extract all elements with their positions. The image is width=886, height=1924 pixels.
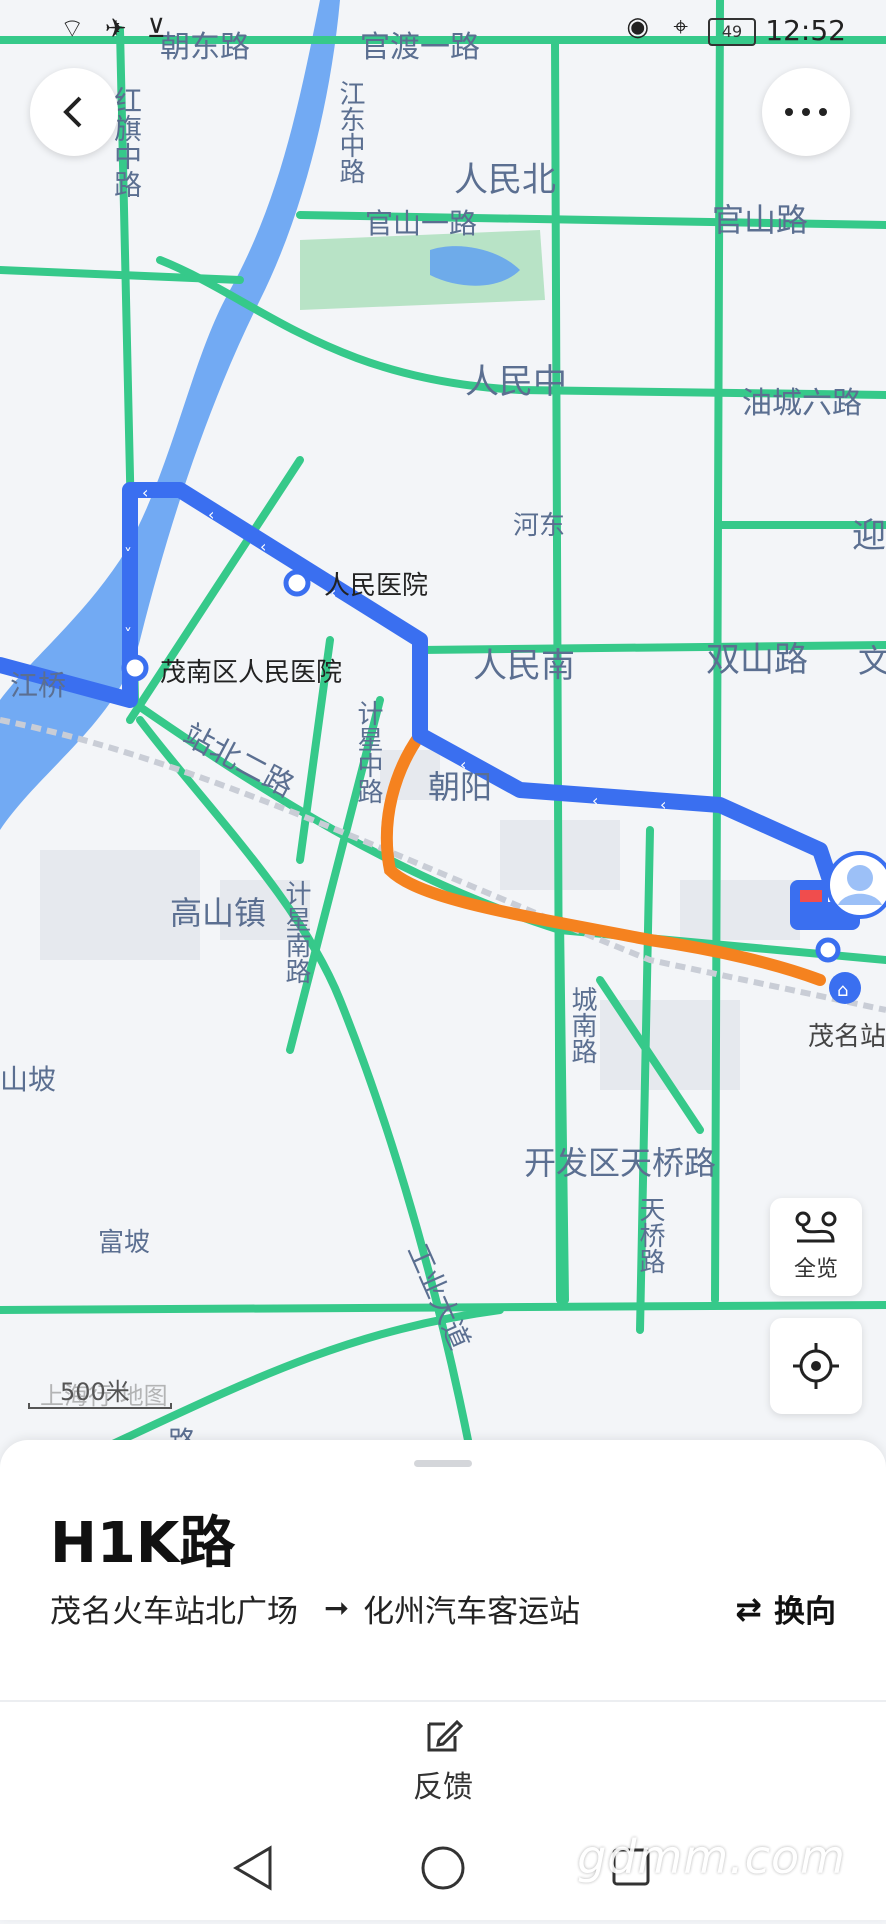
direction-arrow-icon: ➞ <box>324 1591 350 1626</box>
feedback-label: 反馈 <box>413 1770 473 1805</box>
svg-text:‹: ‹ <box>142 483 148 502</box>
more-button[interactable] <box>762 68 850 156</box>
sheet-drag-handle[interactable] <box>414 1460 472 1467</box>
watermark: gdmm.com <box>577 1830 846 1884</box>
status-left-icons: ⌔ ✈ ⊻ <box>60 14 172 44</box>
origin-stop: 茂名火车站北广场 <box>50 1594 298 1630</box>
user-location-avatar-icon[interactable] <box>826 851 886 919</box>
map-view[interactable]: ‹ ‹ ‹ ‹ ˅ ˅ ‹ ‹ ‹ ⌂ 朝东路 官渡一路 江东中路 官山一路 官山路 红旗中… <box>0 0 886 1458</box>
nav-home-icon[interactable] <box>421 1846 465 1890</box>
stop-marker-district-hospital[interactable] <box>121 654 149 682</box>
route-overview-icon <box>795 1211 837 1243</box>
svg-text:˅: ˅ <box>124 545 132 564</box>
scale-bar <box>28 1403 172 1409</box>
svg-text:‹: ‹ <box>660 795 666 814</box>
feedback-button[interactable]: 反馈 <box>396 1716 490 1806</box>
clock: 12:52 <box>765 14 846 47</box>
back-button[interactable] <box>30 68 118 156</box>
svg-text:‹: ‹ <box>208 505 214 524</box>
swap-icon: ⇄ <box>735 1589 762 1628</box>
locate-crosshair-icon <box>793 1343 839 1389</box>
switch-direction-label: 换向 <box>774 1594 836 1630</box>
back-arrow-icon <box>63 96 82 128</box>
svg-text:‹: ‹ <box>330 583 336 602</box>
overview-button[interactable]: 全览 <box>770 1198 862 1296</box>
svg-text:˅: ˅ <box>124 625 132 644</box>
route-direction: 茂名火车站北广场 ➞ 化州汽车客运站 <box>50 1586 580 1631</box>
scale-label: 500米 <box>60 1378 130 1406</box>
battery-icon: 49 <box>708 18 756 46</box>
svg-text:‹: ‹ <box>592 791 598 810</box>
divider <box>0 1700 886 1702</box>
stop-marker-hospital[interactable] <box>283 569 311 597</box>
svg-text:‹: ‹ <box>460 755 466 774</box>
svg-text:⌂: ⌂ <box>837 980 848 1001</box>
overview-label: 全览 <box>793 1257 838 1282</box>
more-dots-icon <box>785 108 827 116</box>
nav-back-icon[interactable] <box>233 1845 272 1891</box>
switch-direction-button[interactable]: ⇄ 换向 <box>735 1586 836 1631</box>
edit-icon <box>427 1719 463 1752</box>
station-marker-icon[interactable]: ⌂ <box>829 972 861 1004</box>
status-bar: ⌔ ✈ ⊻ ◉ ⌖ 49 12:52 <box>0 0 886 60</box>
route-title: H1K路 <box>50 1511 236 1576</box>
status-right-icons: ◉ ⌖ <box>626 12 696 42</box>
destination-stop: 化州汽车客运站 <box>363 1594 581 1630</box>
svg-text:‹: ‹ <box>260 537 266 556</box>
locate-button[interactable] <box>770 1318 862 1414</box>
